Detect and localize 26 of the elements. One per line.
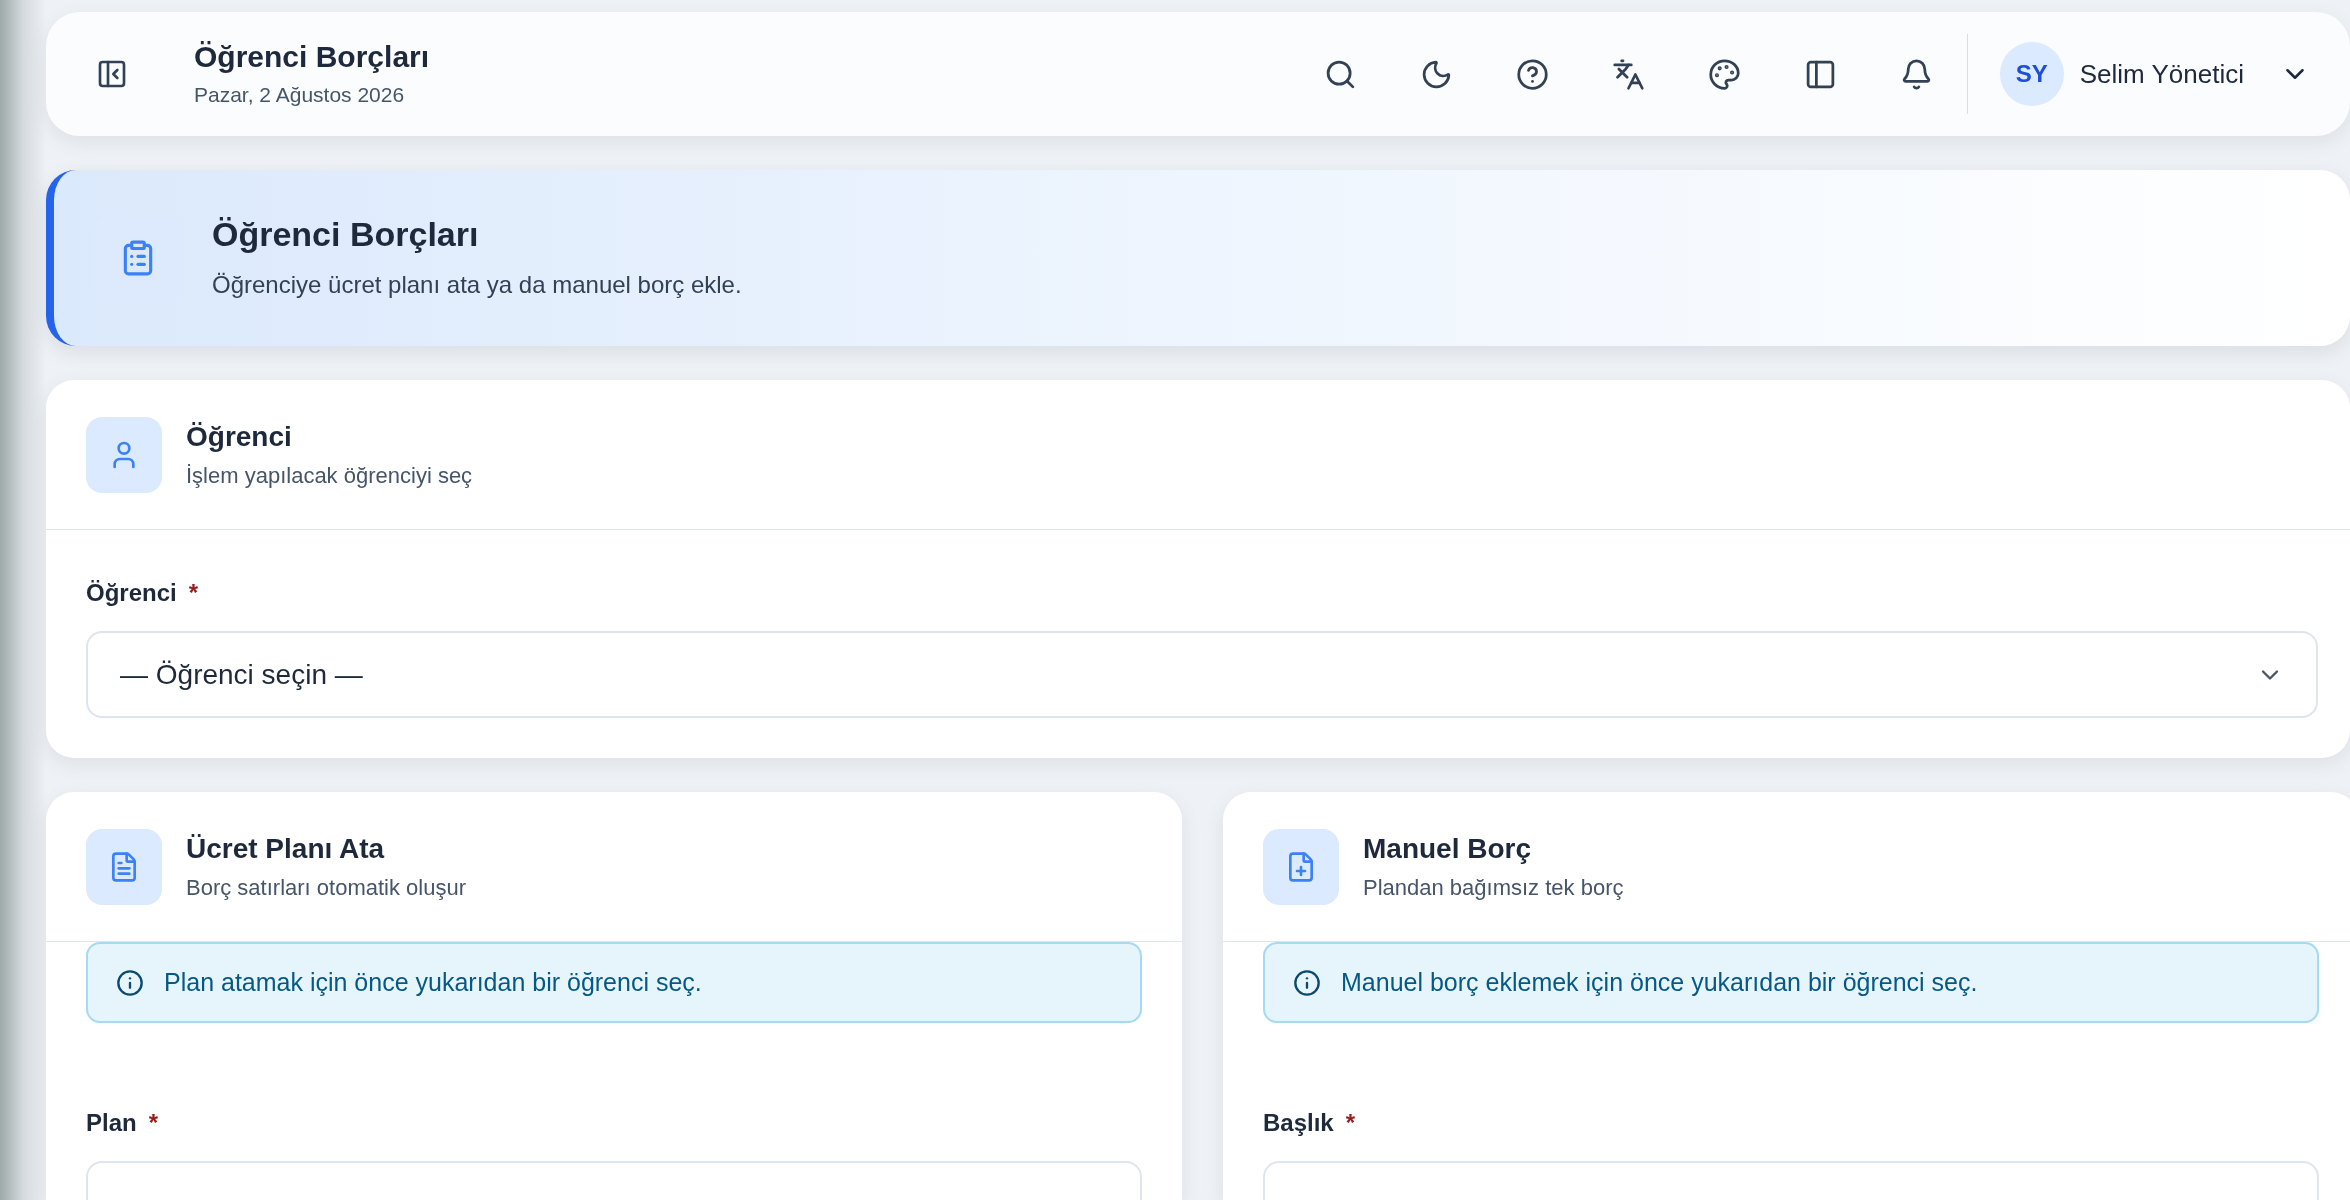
student-select[interactable]: — Öğrenci seçin — [86, 631, 2318, 718]
field-label: Plan [86, 1108, 137, 1138]
info-notice: Plan atamak için önce yukarıdan bir öğrenci seç. [86, 942, 1142, 1023]
hero-title: Öğrenci Borçları [212, 213, 480, 255]
date-text: Pazar, 2 Ağustos 2026 [194, 82, 406, 108]
user-name: Selim Yönetici [2079, 57, 2244, 91]
field-label: Öğrenci [86, 578, 177, 608]
card-title: Öğrenci [186, 420, 293, 455]
required-mark: * [148, 1108, 159, 1138]
card-title: Ücret Planı Ata [186, 832, 386, 867]
user-avatar: SY [1999, 42, 2064, 106]
palette-button[interactable] [1706, 56, 1743, 92]
card-subtitle: İşlem yapılacak öğrenciyi seç [186, 462, 473, 490]
card-subtitle: Plandan bağımsız tek borç [1363, 874, 1624, 902]
user-menu-button[interactable]: SY Selim Yönetici [1999, 42, 2310, 106]
help-button[interactable] [1514, 56, 1551, 92]
field-label: Başlık [1263, 1108, 1334, 1138]
info-icon [116, 968, 144, 997]
page-title: Öğrenci Borçları [194, 38, 430, 75]
hero-subtitle: Öğrenciye ücret planı ata ya da manuel borç ekle. [212, 270, 742, 301]
required-mark: * [188, 578, 199, 608]
card-title: Manuel Borç [1363, 832, 1533, 867]
info-icon [1293, 968, 1321, 997]
required-mark: * [1345, 1108, 1356, 1138]
info-notice: Manuel borç eklemek için önce yukarıdan bir öğrenci seç. [1263, 942, 2319, 1023]
card-subtitle: Borç satırları otomatik oluşur [186, 874, 466, 902]
